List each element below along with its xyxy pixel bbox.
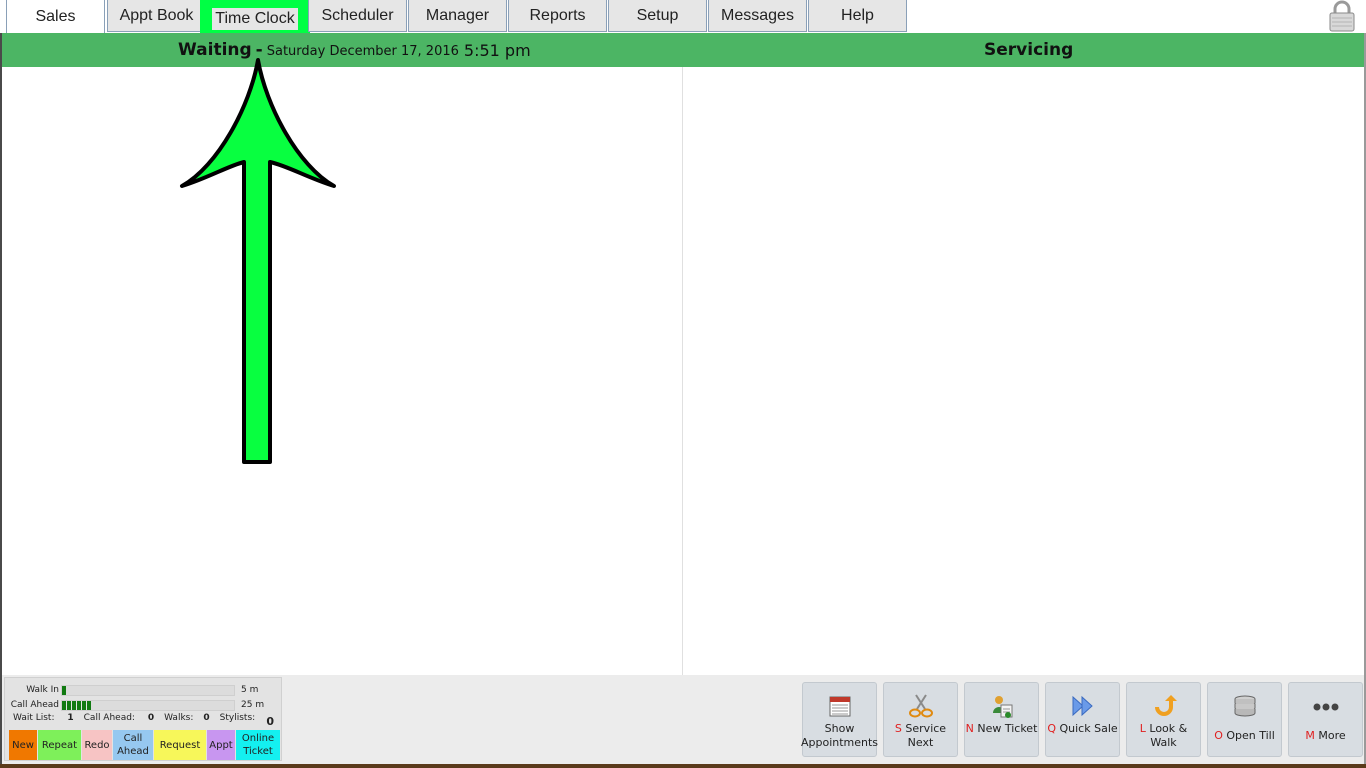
walks-label: Walks: — [164, 713, 194, 723]
more-dots-icon — [1313, 703, 1338, 711]
servicing-list-panel[interactable] — [683, 67, 1364, 675]
button-label: N New Ticket — [966, 722, 1038, 736]
walk-in-bar-fill — [62, 685, 66, 695]
tab-manager[interactable]: Manager — [408, 0, 507, 32]
tab-appt-book[interactable]: Appt Book — [107, 0, 206, 32]
u-turn-icon — [1154, 695, 1177, 716]
hotkey: M — [1305, 729, 1315, 742]
new-ticket-button[interactable]: N New Ticket — [964, 682, 1039, 757]
tab-time-clock-inner: Time Clock — [212, 8, 298, 30]
tab-sales[interactable]: Sales — [6, 0, 105, 33]
call-ahead-bar — [61, 699, 235, 711]
service-next-button[interactable]: S Service Next — [883, 682, 958, 757]
call-ahead-count-label: Call Ahead: — [83, 713, 135, 723]
stylists-total: 0 — [266, 715, 274, 728]
call-ahead-label: Call Ahead — [10, 700, 59, 710]
legend-repeat[interactable]: Repeat — [38, 730, 82, 760]
queue-stats-panel: Walk In 5 m Call Ahead 25 m Wait List: 1… — [4, 677, 282, 761]
tab-help[interactable]: Help — [808, 0, 907, 32]
tab-scheduler[interactable]: Scheduler — [308, 0, 407, 32]
tab-label: Manager — [425, 6, 490, 24]
button-label: S Service Next — [884, 722, 957, 750]
lock-icon[interactable] — [1328, 0, 1356, 32]
window-bottom-edge — [0, 764, 1366, 768]
action-text: Show Appointments — [800, 722, 879, 749]
waiting-list-panel[interactable] — [2, 67, 683, 675]
tab-messages[interactable]: Messages — [708, 0, 807, 32]
button-label: L Look & Walk — [1127, 722, 1200, 750]
wait-counts-row: Wait List: 1 Call Ahead: 0 Walks: 0 Styli… — [13, 713, 279, 723]
show-appointments-button[interactable]: Show Appointments — [801, 682, 878, 757]
call-ahead-count-value: 0 — [147, 713, 155, 723]
till-stack-icon — [1234, 695, 1255, 717]
quick-sale-button[interactable]: Q Quick Sale — [1045, 682, 1120, 757]
walk-in-row: Walk In 5 m — [9, 684, 258, 696]
legend-new[interactable]: New — [9, 730, 38, 760]
more-button[interactable]: M More — [1288, 682, 1363, 757]
tab-label: Appt Book — [119, 6, 194, 24]
tab-setup[interactable]: Setup — [608, 0, 707, 32]
wait-list-label: Wait List: — [13, 713, 55, 723]
scissors-icon — [908, 694, 933, 718]
action-text: More — [1318, 729, 1346, 742]
stylists-label: Stylists: — [219, 713, 256, 723]
action-text: Look & Walk — [1149, 722, 1188, 749]
hotkey: O — [1214, 729, 1223, 742]
walks-count: Walks: 0 — [164, 713, 210, 723]
hotkey: L — [1139, 722, 1146, 735]
call-ahead-bar-fill — [62, 700, 91, 710]
walk-in-bar — [61, 684, 235, 696]
call-ahead-value: 25 m — [241, 700, 265, 710]
legend-redo[interactable]: Redo — [82, 730, 113, 760]
servicing-title: Servicing — [984, 40, 1074, 60]
tab-label: Help — [841, 6, 874, 24]
ticket-type-legend: New Repeat Redo Call Ahead Request Appt … — [9, 730, 280, 760]
walks-value: 0 — [203, 713, 210, 723]
new-ticket-icon — [992, 696, 1012, 718]
hotkey: S — [894, 722, 902, 735]
legend-call-ahead[interactable]: Call Ahead — [113, 730, 154, 760]
tab-reports[interactable]: Reports — [508, 0, 607, 32]
button-label: Show Appointments — [801, 722, 878, 750]
current-time: 5:51 pm — [463, 40, 531, 60]
button-label: Q Quick Sale — [1047, 722, 1117, 736]
wait-list-count: Wait List: 1 — [13, 713, 74, 723]
sales-footer: Walk In 5 m Call Ahead 25 m Wait List: 1… — [2, 675, 1364, 764]
button-label: O Open Till — [1214, 729, 1275, 743]
look-and-walk-button[interactable]: L Look & Walk — [1126, 682, 1201, 757]
action-text: New Ticket — [977, 722, 1038, 735]
calendar-icon — [829, 696, 850, 717]
legend-request[interactable]: Request — [154, 730, 207, 760]
hotkey: N — [965, 722, 974, 735]
tab-label: Setup — [636, 6, 679, 24]
main-tab-bar: Sales Appt Book Time Clock Scheduler Man… — [0, 0, 1366, 38]
action-text: Open Till — [1226, 729, 1275, 742]
arrow-up-icon — [180, 58, 336, 464]
button-label: M More — [1305, 729, 1345, 743]
hotkey: Q — [1047, 722, 1056, 735]
legend-online-ticket[interactable]: Online Ticket — [236, 730, 280, 760]
tab-label: Sales — [35, 7, 76, 25]
action-text: Quick Sale — [1059, 722, 1118, 735]
action-text: Service Next — [905, 722, 947, 749]
call-ahead-count: Call Ahead: 0 — [84, 713, 154, 723]
call-ahead-row: Call Ahead 25 m — [9, 699, 264, 711]
open-till-button[interactable]: O Open Till — [1207, 682, 1282, 757]
fast-forward-icon — [1072, 695, 1093, 717]
wait-list-value: 1 — [67, 713, 74, 723]
tab-label: Messages — [721, 6, 794, 24]
tab-label: Scheduler — [321, 6, 394, 24]
tab-label: Reports — [529, 6, 586, 24]
tab-label: Time Clock — [215, 10, 295, 27]
legend-appt[interactable]: Appt — [207, 730, 236, 760]
walk-in-value: 5 m — [241, 685, 259, 695]
walk-in-label: Walk In — [26, 685, 59, 695]
